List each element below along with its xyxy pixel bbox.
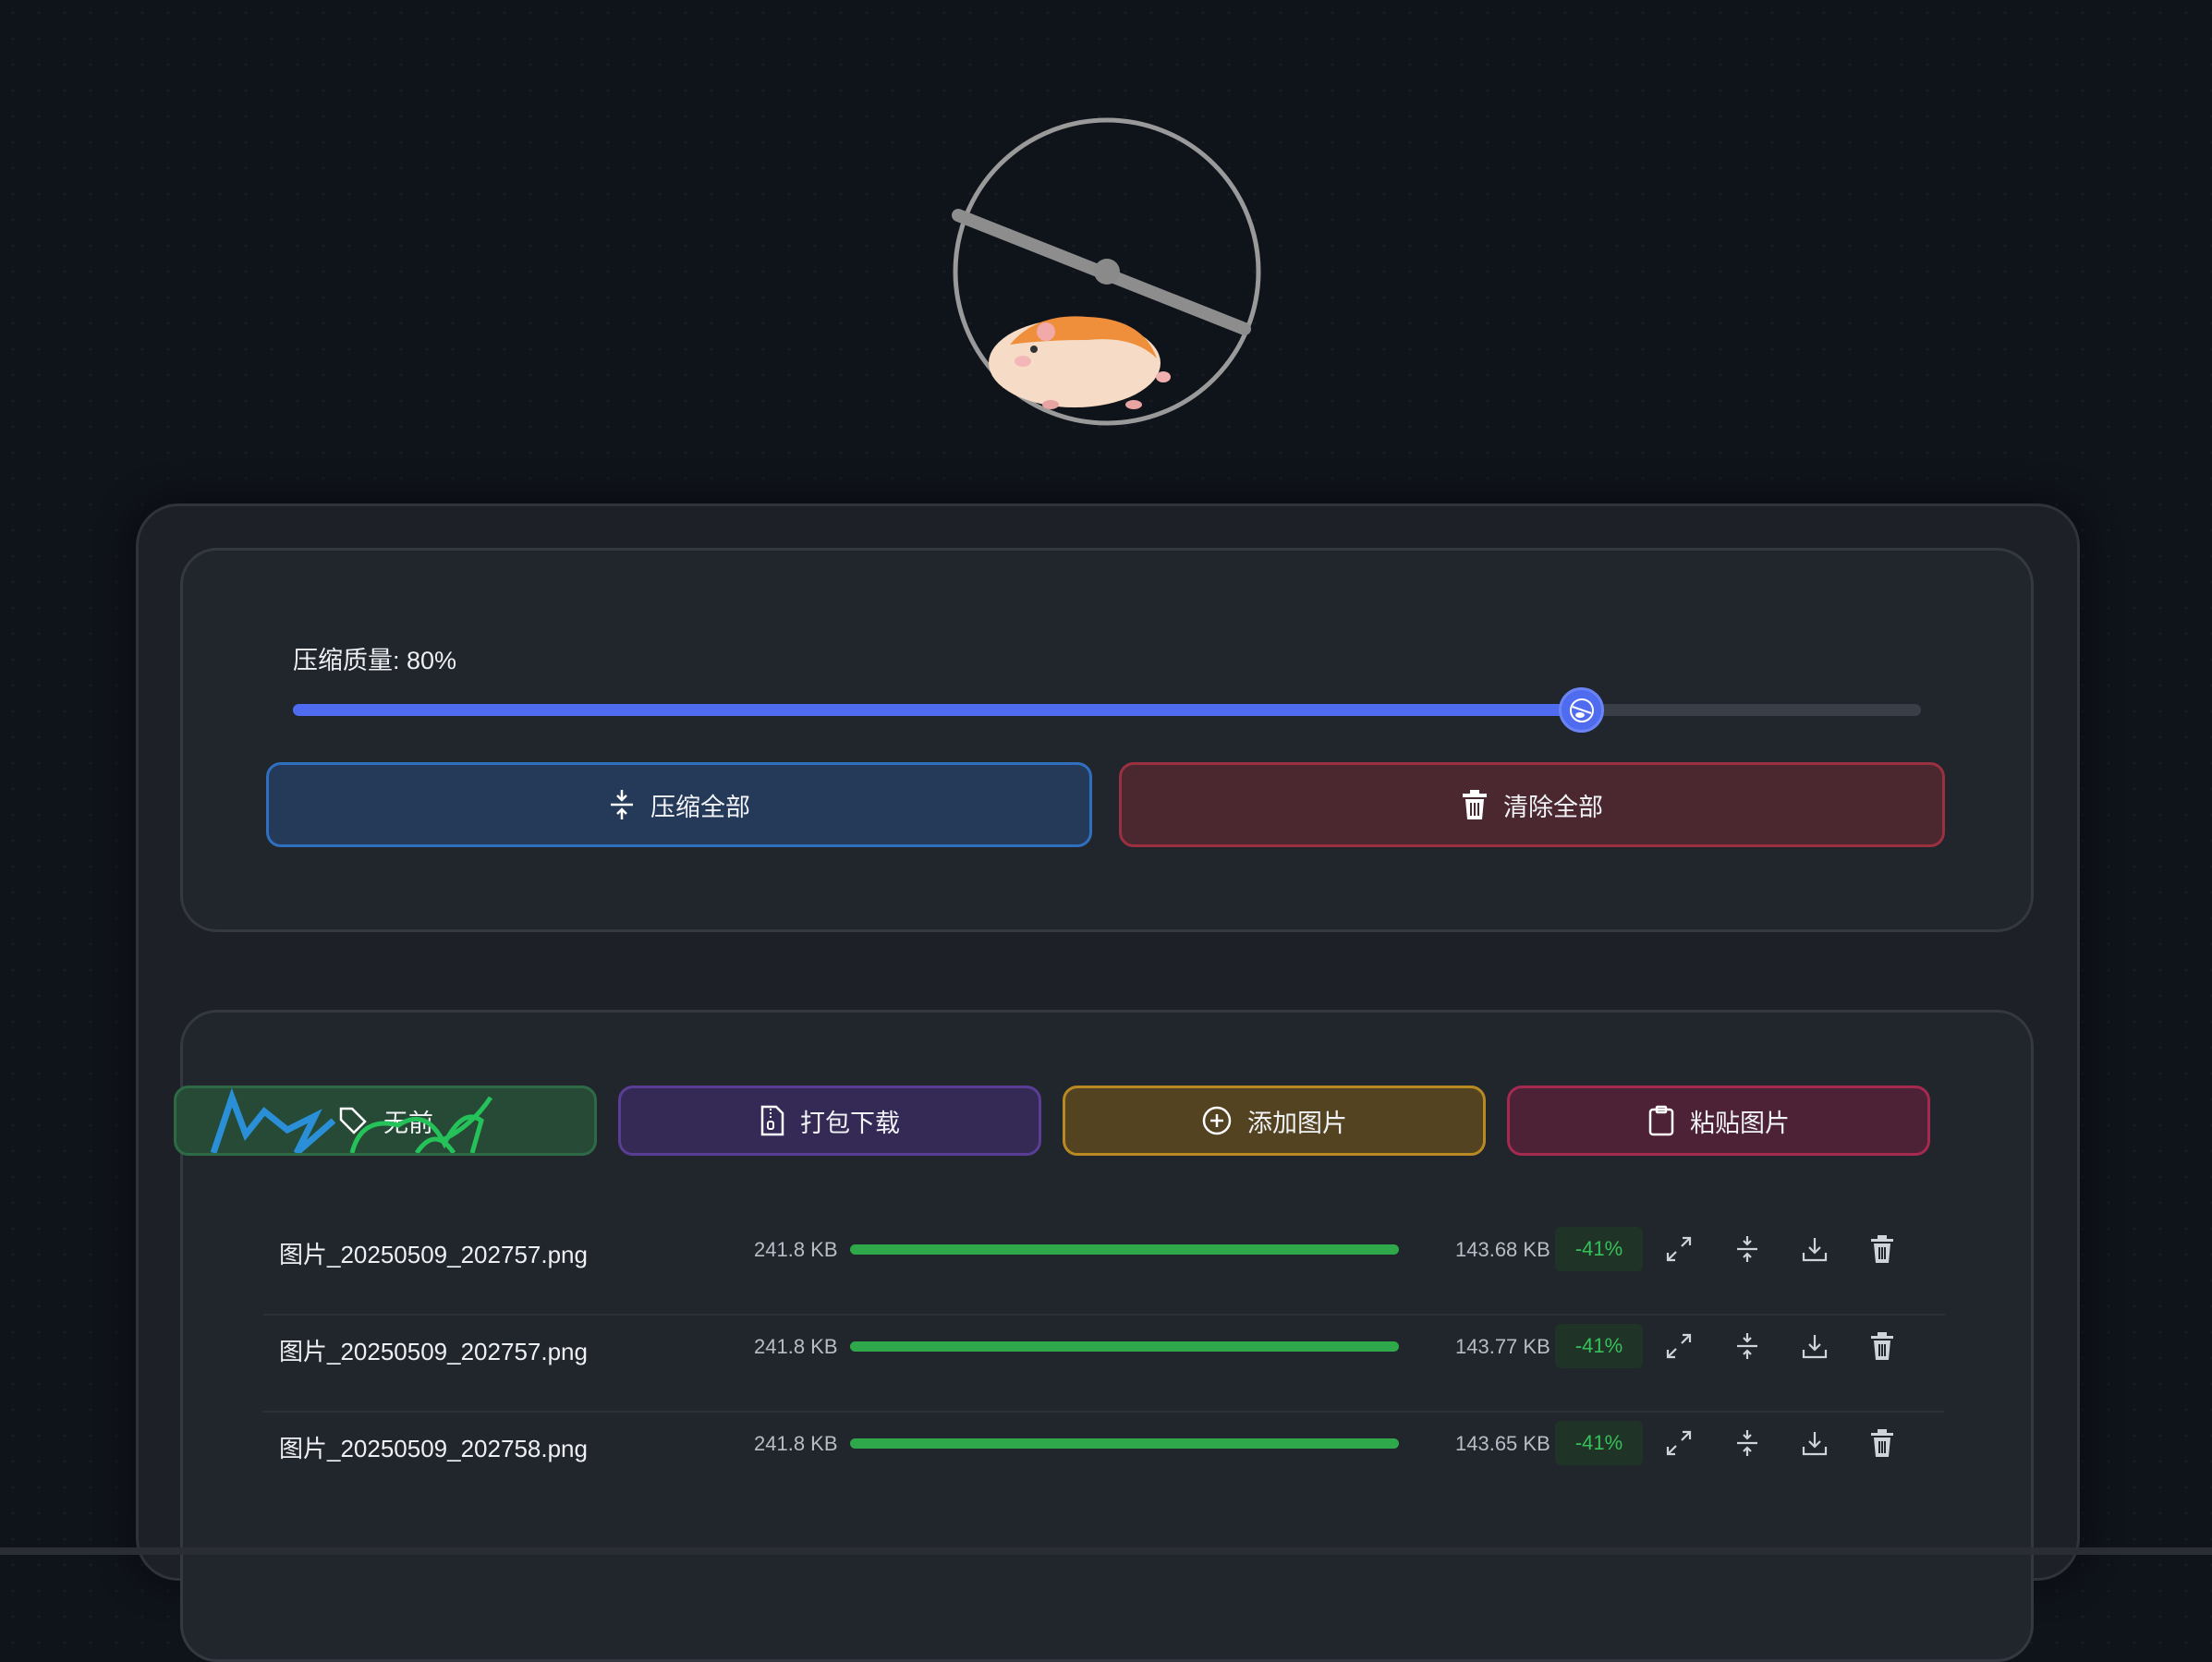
original-size: 241.8 KB bbox=[754, 1432, 838, 1455]
paste-image-label: 粘贴图片 bbox=[1690, 1109, 1790, 1137]
zip-download-label: 打包下载 bbox=[800, 1109, 900, 1137]
file-name: 图片_20250509_202757.png bbox=[279, 1338, 588, 1365]
download-icon[interactable] bbox=[1796, 1328, 1833, 1365]
zip-download-button[interactable]: 打包下载 bbox=[618, 1086, 1041, 1156]
download-icon[interactable] bbox=[1796, 1231, 1833, 1268]
progress-fill bbox=[850, 1244, 1399, 1255]
compress-icon[interactable] bbox=[1729, 1231, 1766, 1268]
file-row: 图片_20250509_202757.png 241.8 KB 143.77 KB -… bbox=[222, 1300, 1950, 1396]
progress-bar bbox=[850, 1438, 1399, 1449]
compress-icon[interactable] bbox=[1729, 1425, 1766, 1462]
quality-slider-thumb[interactable] bbox=[1559, 687, 1604, 733]
reduction-badge: -41% bbox=[1555, 1227, 1643, 1271]
progress-bar bbox=[850, 1244, 1399, 1255]
file-row: 图片_20250509_202758.png 241.8 KB 143.65 KB -… bbox=[222, 1397, 1950, 1493]
trash-icon[interactable] bbox=[1864, 1425, 1901, 1462]
add-image-label: 添加图片 bbox=[1247, 1109, 1347, 1137]
trash-icon bbox=[1463, 790, 1487, 819]
progress-fill bbox=[850, 1341, 1399, 1352]
compress-all-button[interactable]: 压缩全部 bbox=[266, 762, 1092, 847]
original-size: 241.8 KB bbox=[754, 1335, 838, 1358]
zip-file-icon bbox=[760, 1105, 784, 1136]
trash-icon[interactable] bbox=[1864, 1231, 1901, 1268]
original-size: 241.8 KB bbox=[754, 1238, 838, 1261]
file-row: 图片_20250509_202757.png 241.8 KB 143.68 KB -… bbox=[222, 1203, 1950, 1299]
compressed-size: 143.68 KB bbox=[1455, 1238, 1550, 1261]
quality-slider-fill bbox=[293, 704, 1581, 716]
compress-icon bbox=[611, 790, 633, 819]
progress-fill bbox=[850, 1438, 1399, 1449]
reduction-badge: -41% bbox=[1555, 1324, 1643, 1368]
paste-image-button[interactable]: 粘贴图片 bbox=[1507, 1086, 1930, 1156]
quality-label: 压缩质量: 80% bbox=[293, 647, 457, 674]
clear-all-button[interactable]: 清除全部 bbox=[1119, 762, 1945, 847]
quality-slider[interactable] bbox=[293, 687, 1921, 733]
tag-icon bbox=[339, 1107, 367, 1134]
reduction-badge: -41% bbox=[1555, 1421, 1643, 1465]
trash-icon[interactable] bbox=[1864, 1328, 1901, 1365]
settings-card: 压缩质量: 80% 压缩全部 清除全部 bbox=[180, 548, 2034, 932]
progress-bar bbox=[850, 1341, 1399, 1352]
bottom-border bbox=[0, 1547, 2212, 1555]
compare-label: 无前 bbox=[383, 1109, 433, 1137]
clipboard-icon bbox=[1648, 1105, 1674, 1136]
file-name: 图片_20250509_202757.png bbox=[279, 1241, 588, 1268]
download-icon[interactable] bbox=[1796, 1425, 1833, 1462]
compare-button[interactable]: 无前 bbox=[174, 1086, 597, 1156]
compress-all-label: 压缩全部 bbox=[650, 793, 750, 821]
compressed-size: 143.77 KB bbox=[1455, 1335, 1550, 1358]
expand-icon[interactable] bbox=[1660, 1328, 1697, 1365]
plus-circle-icon bbox=[1202, 1106, 1232, 1135]
hamster-icon bbox=[989, 316, 1171, 409]
compress-icon[interactable] bbox=[1729, 1328, 1766, 1365]
expand-icon[interactable] bbox=[1660, 1425, 1697, 1462]
expand-icon[interactable] bbox=[1660, 1231, 1697, 1268]
add-image-button[interactable]: 添加图片 bbox=[1063, 1086, 1486, 1156]
hamster-thumb-icon bbox=[1569, 698, 1594, 722]
file-name: 图片_20250509_202758.png bbox=[279, 1435, 588, 1462]
clear-all-label: 清除全部 bbox=[1503, 793, 1603, 821]
compressed-size: 143.65 KB bbox=[1455, 1432, 1550, 1455]
hamster-wheel-logo bbox=[952, 117, 1261, 426]
